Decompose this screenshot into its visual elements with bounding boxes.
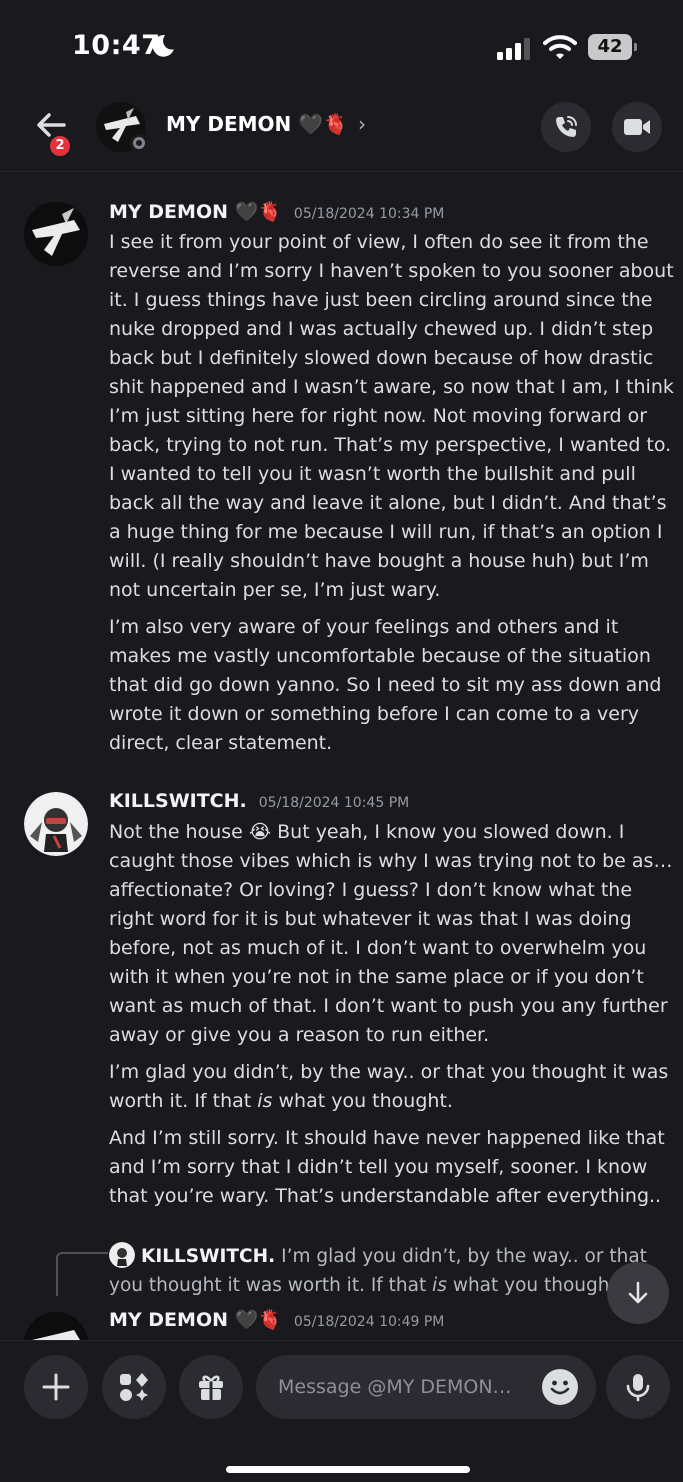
emoji-button[interactable] bbox=[542, 1369, 578, 1405]
offline-status-icon bbox=[130, 134, 148, 152]
avatar[interactable] bbox=[24, 1312, 88, 1340]
message-author[interactable]: MY DEMON 🖤🫀 05/18/2024 10:49 PM bbox=[109, 1308, 444, 1331]
message-input-container bbox=[256, 1355, 596, 1419]
voice-message-button[interactable] bbox=[606, 1355, 670, 1419]
chevron-right-icon: › bbox=[358, 112, 367, 136]
message-paragraph: Not the house 😭 But yeah, I know you slo… bbox=[109, 821, 673, 1046]
message-timestamp: 05/18/2024 10:45 PM bbox=[258, 795, 410, 811]
channel-header: 2 MY DEMON 🖤🫀 › bbox=[0, 96, 683, 172]
message-content: Not the house 😭 But yeah, I know you slo… bbox=[109, 818, 675, 1219]
reply-author: KILLSWITCH. bbox=[141, 1246, 276, 1267]
jump-to-bottom-button[interactable] bbox=[607, 1262, 669, 1324]
message-author[interactable]: MY DEMON 🖤🫀 05/18/2024 10:34 PM bbox=[109, 200, 444, 223]
video-call-button[interactable] bbox=[612, 102, 662, 152]
message-timestamp: 05/18/2024 10:49 PM bbox=[293, 1314, 445, 1330]
message-composer bbox=[0, 1340, 683, 1482]
reply-text: what you thought. bbox=[452, 1275, 623, 1296]
moon-icon bbox=[152, 35, 174, 57]
message-paragraph: I’m also very aware of your feelings and… bbox=[109, 616, 662, 754]
plus-icon bbox=[42, 1373, 70, 1401]
gift-button[interactable] bbox=[179, 1355, 243, 1419]
wifi-icon bbox=[543, 35, 577, 59]
battery-indicator: 42 bbox=[588, 34, 638, 60]
message-timestamp: 05/18/2024 10:34 PM bbox=[293, 206, 445, 222]
battery-level: 42 bbox=[588, 34, 632, 60]
signal-icon bbox=[497, 38, 530, 60]
emoji-icon bbox=[550, 1380, 570, 1395]
home-indicator[interactable] bbox=[226, 1466, 470, 1473]
clock: 10:47 bbox=[72, 30, 161, 61]
status-bar: 10:47 42 bbox=[0, 0, 683, 96]
message-paragraph: I see it from your point of view, I ofte… bbox=[109, 231, 674, 601]
avatar[interactable] bbox=[24, 792, 88, 856]
message-author[interactable]: KILLSWITCH. 05/18/2024 10:45 PM bbox=[109, 790, 409, 812]
message-list[interactable]: MY DEMON 🖤🫀 05/18/2024 10:34 PM I see it … bbox=[0, 172, 683, 1340]
apps-button[interactable] bbox=[102, 1355, 166, 1419]
avatar[interactable] bbox=[24, 202, 88, 266]
message-input[interactable] bbox=[278, 1355, 528, 1419]
video-camera-icon bbox=[624, 119, 650, 135]
message-paragraph: And I’m still sorry. It should have neve… bbox=[109, 1127, 665, 1207]
page-title[interactable]: MY DEMON 🖤🫀 › bbox=[166, 112, 366, 136]
message-content: I see it from your point of view, I ofte… bbox=[109, 228, 675, 766]
arrow-down-icon bbox=[628, 1281, 648, 1304]
apps-icon bbox=[120, 1373, 148, 1401]
phone-call-icon bbox=[556, 116, 577, 137]
message-paragraph: I’m glad you didn’t, by the way.. or tha… bbox=[109, 1061, 669, 1112]
reply-connector bbox=[56, 1252, 108, 1296]
voice-call-button[interactable] bbox=[541, 102, 591, 152]
reply-preview[interactable]: KILLSWITCH. I’m glad you didn’t, by the w… bbox=[109, 1242, 675, 1300]
add-attachment-button[interactable] bbox=[24, 1355, 88, 1419]
microphone-icon bbox=[626, 1374, 650, 1402]
gift-icon bbox=[199, 1375, 223, 1400]
avatar bbox=[109, 1242, 135, 1268]
unread-badge: 2 bbox=[48, 134, 72, 158]
reply-text-emphasis: is bbox=[432, 1275, 447, 1296]
